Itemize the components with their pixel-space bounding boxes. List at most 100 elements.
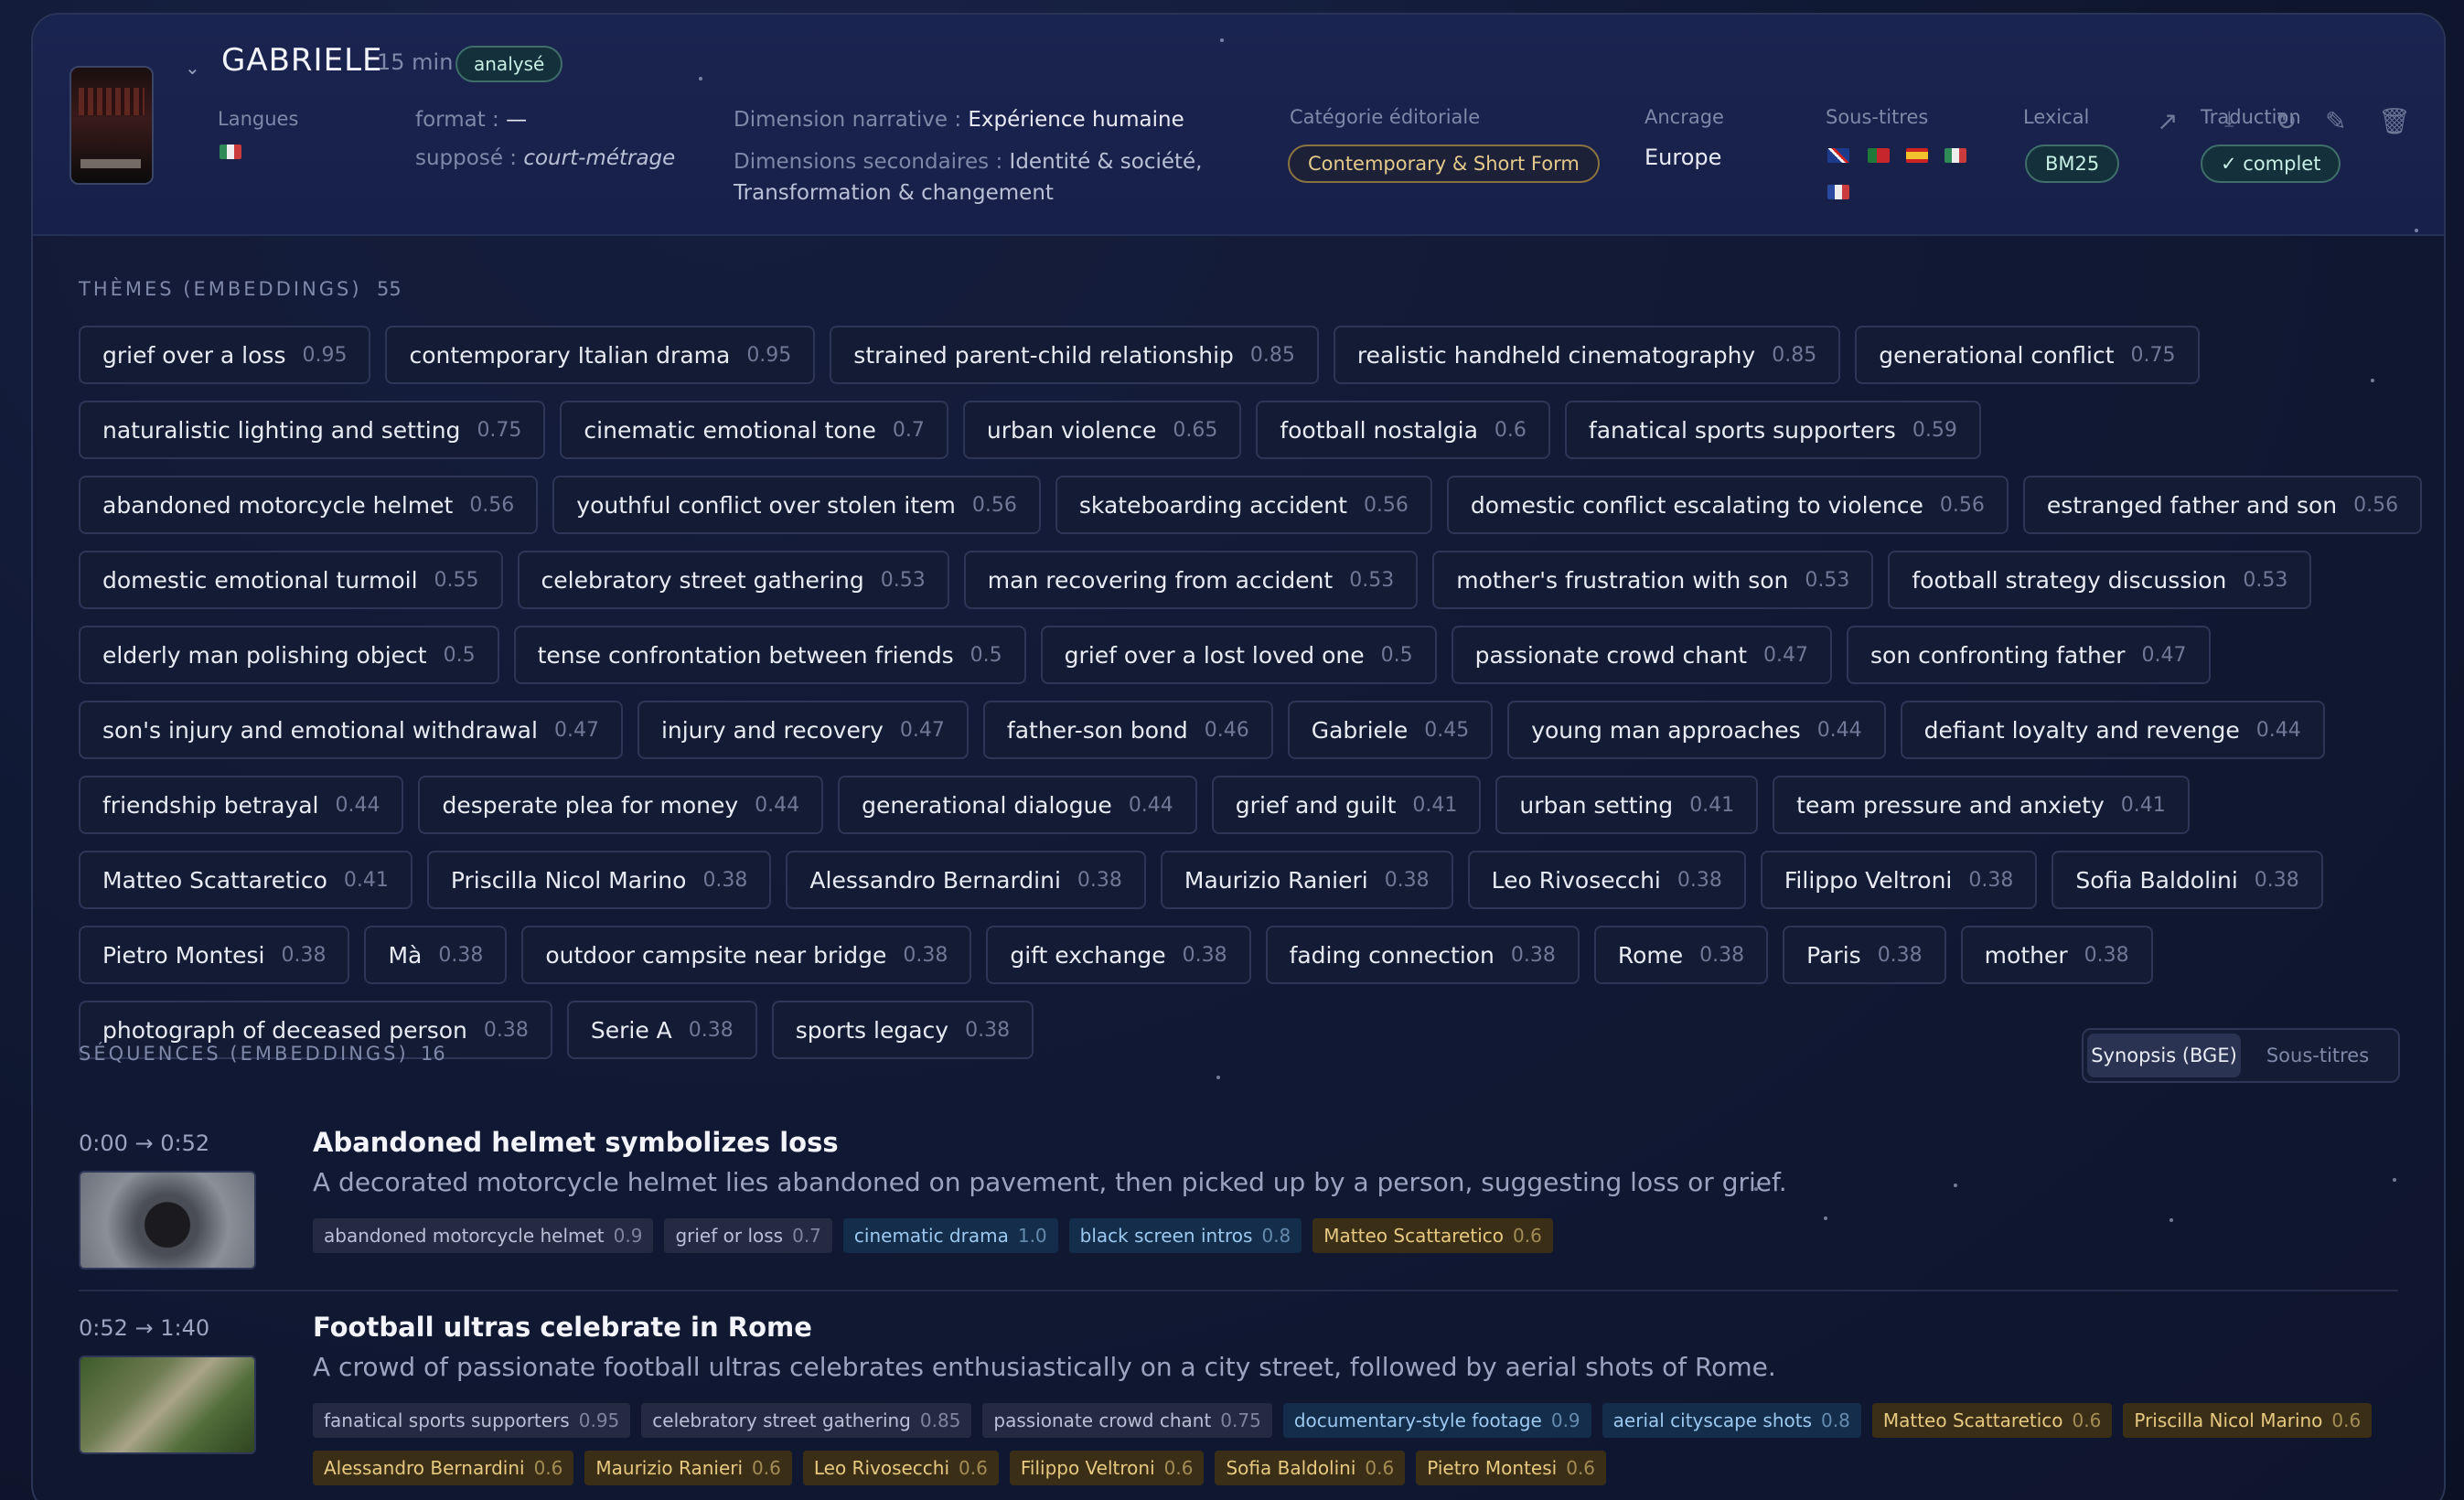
theme-tag[interactable]: grief and guilt 0.41	[1211, 776, 1482, 834]
sequence-chip[interactable]: abandoned motorcycle helmet 0.9	[313, 1218, 654, 1253]
background-star	[1954, 1184, 1957, 1187]
sequence-chip[interactable]: Maurizio Ranieri 0.6	[584, 1451, 792, 1485]
theme-tag[interactable]: man recovering from accident 0.53	[963, 551, 1419, 609]
theme-tag[interactable]: estranged father and son 0.56	[2022, 476, 2423, 534]
sequence-chip[interactable]: fanatical sports supporters 0.95	[313, 1403, 631, 1438]
theme-tag[interactable]: Gabriele 0.45	[1287, 701, 1494, 759]
sequence-chip[interactable]: Sofia Baldolini 0.6	[1215, 1451, 1406, 1485]
sequence-chip[interactable]: Priscilla Nicol Marino 0.6	[2123, 1403, 2373, 1438]
theme-tag[interactable]: abandoned motorcycle helmet 0.56	[79, 476, 539, 534]
theme-tag[interactable]: celebratory street gathering 0.53	[517, 551, 949, 609]
chip-label: fanatical sports supporters	[324, 1409, 570, 1431]
sequence-chip[interactable]: Matteo Scattaretico 0.6	[1871, 1403, 2113, 1438]
sequence-chip[interactable]: Alessandro Bernardini 0.6	[313, 1451, 574, 1485]
theme-tag[interactable]: desperate plea for money 0.44	[418, 776, 824, 834]
theme-tag[interactable]: youthful conflict over stolen item 0.56	[552, 476, 1041, 534]
chip-score: 0.8	[1261, 1225, 1291, 1247]
theme-tag[interactable]: Serie A 0.38	[566, 1001, 757, 1059]
theme-tag[interactable]: cinematic emotional tone 0.7	[560, 401, 948, 459]
theme-tag[interactable]: strained parent-child relationship 0.85	[830, 326, 1319, 384]
sequence-chip[interactable]: documentary-style footage 0.9	[1282, 1403, 1591, 1438]
theme-tag[interactable]: generational dialogue 0.44	[838, 776, 1197, 834]
chevron-down-icon[interactable]: ⌄	[185, 57, 205, 79]
theme-tag[interactable]: domestic conflict escalating to violence…	[1446, 476, 2009, 534]
theme-tag[interactable]: passionate crowd chant 0.47	[1451, 626, 1832, 684]
theme-tag[interactable]: Filippo Veltroni 0.38	[1760, 851, 2038, 909]
theme-tag[interactable]: young man approaches 0.44	[1507, 701, 1886, 759]
theme-tag[interactable]: son's injury and emotional withdrawal 0.4…	[79, 701, 623, 759]
theme-tag[interactable]: football strategy discussion 0.53	[1888, 551, 2312, 609]
theme-tag[interactable]: Priscilla Nicol Marino 0.38	[426, 851, 772, 909]
toggle-synopsis[interactable]: Synopsis (BGE)	[2087, 1034, 2241, 1077]
theme-tag[interactable]: mother's frustration with son 0.53	[1432, 551, 1874, 609]
theme-tag[interactable]: father-son bond 0.46	[982, 701, 1273, 759]
download-icon[interactable]: ⤓	[2224, 106, 2234, 132]
toggle-subtitles[interactable]: Sous-titres	[2241, 1034, 2394, 1077]
theme-tag[interactable]: urban violence 0.65	[962, 401, 1242, 459]
sequence-chip[interactable]: Pietro Montesi 0.6	[1416, 1451, 1607, 1485]
theme-label: football strategy discussion	[1912, 566, 2227, 594]
theme-tag[interactable]: son confronting father 0.47	[1847, 626, 2211, 684]
sequence-chip[interactable]: celebratory street gathering 0.85	[641, 1403, 972, 1438]
theme-tag[interactable]: defiant loyalty and revenge 0.44	[1900, 701, 2325, 759]
theme-tag[interactable]: Maurizio Ranieri 0.38	[1160, 851, 1453, 909]
theme-tag[interactable]: tense confrontation between friends 0.5	[513, 626, 1026, 684]
sequence-chip[interactable]: aerial cityscape shots 0.8	[1602, 1403, 1861, 1438]
theme-label: grief over a loss	[102, 341, 286, 369]
theme-tag[interactable]: fanatical sports supporters 0.59	[1564, 401, 1981, 459]
theme-tag[interactable]: Paris 0.38	[1783, 926, 1946, 984]
theme-label: injury and recovery	[660, 716, 884, 744]
theme-tag[interactable]: grief over a loss 0.95	[79, 326, 371, 384]
chip-label: black screen intros	[1079, 1225, 1253, 1247]
theme-tag[interactable]: Leo Rivosecchi 0.38	[1467, 851, 1746, 909]
sequence-chip[interactable]: Leo Rivosecchi 0.6	[802, 1451, 999, 1485]
theme-tag[interactable]: football nostalgia 0.6	[1256, 401, 1550, 459]
theme-tag[interactable]: outdoor campsite near bridge 0.38	[521, 926, 972, 984]
theme-tag[interactable]: Mà 0.38	[364, 926, 508, 984]
sequence-chip[interactable]: Matteo Scattaretico 0.6	[1312, 1218, 1553, 1253]
theme-tag[interactable]: generational conflict 0.75	[1855, 326, 2200, 384]
theme-tag[interactable]: mother 0.38	[1960, 926, 2153, 984]
trash-icon[interactable]: 🗑	[2378, 106, 2411, 136]
theme-tag[interactable]: Matteo Scattaretico 0.41	[79, 851, 412, 909]
theme-tag[interactable]: injury and recovery 0.47	[637, 701, 969, 759]
theme-tag[interactable]: sports legacy 0.38	[771, 1001, 1034, 1059]
theme-tag[interactable]: friendship betrayal 0.44	[79, 776, 404, 834]
sequence-chip[interactable]: Filippo Veltroni 0.6	[1009, 1451, 1205, 1485]
theme-tag[interactable]: Pietro Montesi 0.38	[79, 926, 350, 984]
theme-tag[interactable]: realistic handheld cinematography 0.85	[1333, 326, 1841, 384]
theme-tag[interactable]: grief over a lost loved one 0.5	[1040, 626, 1437, 684]
theme-tag[interactable]: naturalistic lighting and setting 0.75	[79, 401, 546, 459]
sequence-thumbnail[interactable]	[79, 1355, 256, 1454]
theme-tag[interactable]: skateboarding accident 0.56	[1055, 476, 1432, 534]
sequence-chip[interactable]: cinematic drama 1.0	[842, 1218, 1058, 1253]
theme-score: 0.7	[892, 418, 925, 442]
theme-tag[interactable]: elderly man polishing object 0.5	[79, 626, 499, 684]
chip-label: Alessandro Bernardini	[324, 1457, 525, 1479]
theme-tag[interactable]: team pressure and anxiety 0.41	[1773, 776, 2190, 834]
chip-score: 0.95	[578, 1409, 620, 1431]
theme-tag[interactable]: Sofia Baldolini 0.38	[2052, 851, 2323, 909]
film-duration: 15 min	[377, 49, 454, 75]
suppose-label: supposé : court-métrage	[415, 146, 676, 170]
theme-tag[interactable]: domestic emotional turmoil 0.55	[79, 551, 503, 609]
sequence-chip[interactable]: black screen intros 0.8	[1068, 1218, 1302, 1253]
theme-score: 0.38	[2254, 868, 2299, 892]
refresh-icon[interactable]: ↻	[2276, 106, 2297, 136]
edit-icon[interactable]: ✎	[2325, 106, 2346, 136]
theme-tag[interactable]: Rome 0.38	[1593, 926, 1769, 984]
sequence-chip[interactable]: passionate crowd chant 0.75	[982, 1403, 1272, 1438]
theme-score: 0.56	[2353, 493, 2399, 517]
sequence-chip[interactable]: grief or loss 0.7	[664, 1218, 832, 1253]
theme-score: 0.75	[477, 418, 522, 442]
theme-tag[interactable]: gift exchange 0.38	[986, 926, 1251, 984]
sequence-thumbnail[interactable]	[79, 1171, 256, 1270]
theme-tag[interactable]: contemporary Italian drama 0.95	[385, 326, 816, 384]
theme-tag[interactable]: fading connection 0.38	[1265, 926, 1580, 984]
external-link-icon[interactable]: ↗	[2157, 106, 2178, 136]
film-poster[interactable]	[70, 66, 154, 185]
chip-label: Priscilla Nicol Marino	[2134, 1409, 2323, 1431]
theme-tag[interactable]: Alessandro Bernardini 0.38	[786, 851, 1146, 909]
sequence-title: Football ultras celebrate in Rome	[313, 1312, 812, 1343]
theme-tag[interactable]: urban setting 0.41	[1495, 776, 1759, 834]
